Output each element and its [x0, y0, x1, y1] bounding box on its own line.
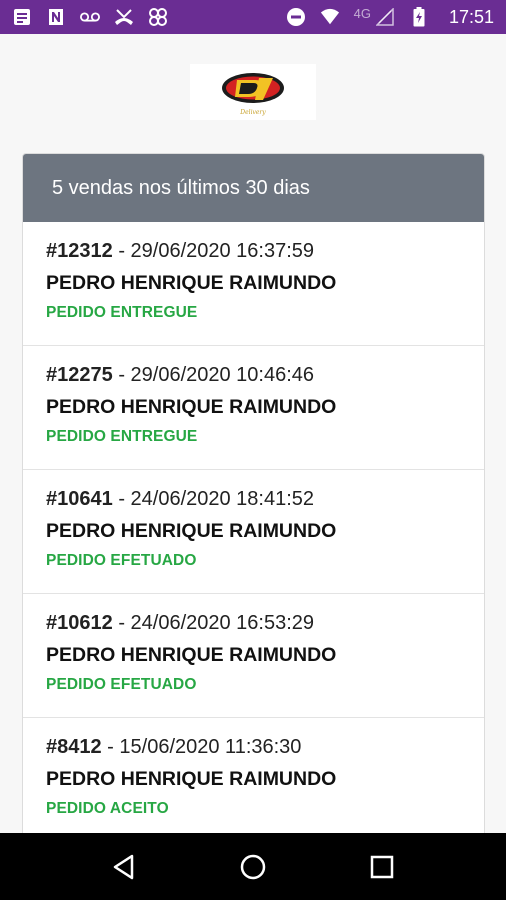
order-item[interactable]: #12312 - 29/06/2020 16:37:59 PEDRO HENRI…: [23, 222, 484, 346]
home-circle-icon: [240, 854, 266, 879]
status-bar: 4G 17:51: [0, 0, 506, 34]
status-bar-notifications: [12, 7, 168, 27]
sales-card: 5 vendas nos últimos 30 dias #12312 - 29…: [22, 153, 485, 853]
order-heading: #10612 - 24/06/2020 16:53:29: [46, 608, 484, 638]
n-icon: [46, 7, 66, 27]
back-triangle-icon: [114, 854, 134, 879]
network-type: 4G: [353, 5, 371, 21]
status-bar-system: 4G 17:51: [286, 5, 494, 28]
order-heading: #10641 - 24/06/2020 18:41:52: [46, 484, 484, 514]
order-customer: PEDRO HENRIQUE RAIMUNDO: [46, 644, 337, 666]
battery-charging-icon: [409, 7, 429, 27]
order-status: PEDIDO EFETUADO: [46, 552, 197, 569]
do-not-disturb-icon: [286, 7, 306, 27]
order-datetime: - 24/06/2020 16:53:29: [118, 612, 315, 634]
order-status: PEDIDO ACEITO: [46, 800, 169, 817]
wifi-icon: [320, 7, 340, 27]
svg-text:Delivery: Delivery: [239, 109, 266, 116]
order-item[interactable]: #8412 - 15/06/2020 11:36:30 PEDRO HENRIQ…: [23, 718, 484, 842]
home-button[interactable]: [233, 847, 273, 887]
order-number: #10612: [46, 612, 113, 634]
voicemail-icon: [80, 7, 100, 27]
signal-icon: [375, 7, 395, 27]
order-customer: PEDRO HENRIQUE RAIMUNDO: [46, 520, 337, 542]
order-heading: #12275 - 29/06/2020 10:46:46: [46, 360, 484, 390]
store-logo: Delivery: [190, 64, 316, 120]
order-number: #8412: [46, 736, 102, 758]
order-datetime: - 15/06/2020 11:36:30: [101, 736, 302, 758]
order-status: PEDIDO ENTREGUE: [46, 428, 198, 445]
recents-button[interactable]: [362, 847, 402, 887]
sales-summary-header: 5 vendas nos últimos 30 dias: [23, 154, 484, 222]
clock: 17:51: [448, 6, 494, 27]
order-datetime: - 29/06/2020 10:46:46: [118, 364, 315, 386]
missed-call-icon: [114, 7, 134, 27]
order-datetime: - 24/06/2020 18:41:52: [118, 488, 315, 510]
recents-square-icon: [370, 855, 393, 878]
order-heading: #12312 - 29/06/2020 16:37:59: [46, 236, 484, 266]
order-item[interactable]: #10612 - 24/06/2020 16:53:29 PEDRO HENRI…: [23, 594, 484, 718]
order-status: PEDIDO ENTREGUE: [46, 304, 198, 321]
back-button[interactable]: [104, 847, 144, 887]
order-customer: PEDRO HENRIQUE RAIMUNDO: [46, 396, 337, 418]
message-icon: [12, 7, 32, 27]
order-item[interactable]: #12275 - 29/06/2020 10:46:46 PEDRO HENRI…: [23, 346, 484, 470]
order-number: #12275: [46, 364, 113, 386]
order-status: PEDIDO EFETUADO: [46, 676, 197, 693]
order-item[interactable]: #10641 - 24/06/2020 18:41:52 PEDRO HENRI…: [23, 470, 484, 594]
app-icon: [148, 7, 168, 27]
order-datetime: - 29/06/2020 16:37:59: [118, 240, 315, 262]
order-number: #12312: [46, 240, 113, 262]
order-customer: PEDRO HENRIQUE RAIMUNDO: [46, 272, 337, 294]
order-customer: PEDRO HENRIQUE RAIMUNDO: [46, 768, 337, 790]
order-number: #10641: [46, 488, 113, 510]
order-heading: #8412 - 15/06/2020 11:36:30: [46, 732, 484, 762]
navigation-bar: [0, 833, 506, 900]
